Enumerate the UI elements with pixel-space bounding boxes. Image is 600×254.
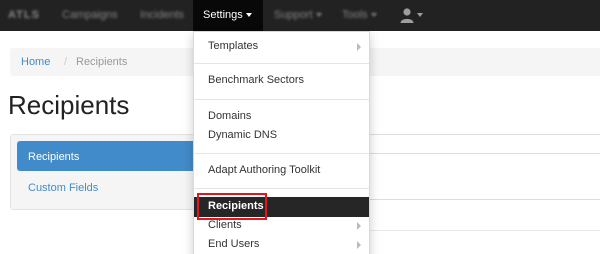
menu-item-label: End Users [208,238,260,250]
content-divider [369,153,600,154]
menu-item-label: Dynamic DNS [208,129,278,141]
content-divider [369,199,600,200]
breadcrumb-current: Recipients [76,56,128,68]
menu-item-label: Adapt Authoring Toolkit [208,164,321,176]
breadcrumb-separator: / [64,56,68,68]
menu-divider [194,63,369,64]
content-panel [369,134,600,200]
menu-item-dynamic-dns[interactable]: Dynamic DNS [194,127,369,145]
page-title: Recipients [8,90,130,120]
menu-item-label: Domains [208,110,252,122]
menu-item-templates[interactable]: Templates [194,38,369,56]
chevron-down-icon[interactable] [417,13,423,17]
brand-logo[interactable]: ATLS [8,9,40,21]
menu-divider [194,99,369,100]
nav-settings[interactable]: Settings [203,9,252,21]
nav-campaigns[interactable]: Campaigns [62,9,118,21]
chevron-right-icon [357,222,361,230]
menu-item-adapt-authoring-toolkit[interactable]: Adapt Authoring Toolkit [194,162,369,180]
nav-support-label: Support [274,9,313,21]
chevron-right-icon [357,241,361,249]
menu-item-end-users[interactable]: End Users [194,236,369,254]
content-divider [369,230,600,231]
menu-item-benchmark-sectors[interactable]: Benchmark Sectors [194,72,369,90]
breadcrumb-home-link[interactable]: Home [21,56,50,68]
nav-tools[interactable]: Tools [342,9,377,21]
chevron-down-icon [370,13,377,18]
chevron-right-icon [357,43,361,51]
highlight-annotation [197,193,267,220]
chevron-down-icon [315,13,322,18]
menu-item-label: Clients [208,219,242,231]
menu-item-label: Templates [208,40,259,52]
user-icon[interactable] [400,7,414,23]
top-navbar: ATLS Campaigns Incidents Settings Suppor… [0,0,600,31]
sidebar-item-recipients-label[interactable]: Recipients [28,151,79,163]
menu-divider [194,153,369,154]
menu-item-label: Benchmark Sectors [208,74,304,86]
nav-incidents[interactable]: Incidents [140,9,184,21]
settings-dropdown-menu: Templates Benchmark Sectors Domains Dyna… [193,31,370,254]
nav-tools-label: Tools [342,9,368,21]
chevron-down-icon [245,13,252,18]
menu-divider [194,188,369,189]
nav-support[interactable]: Support [274,9,322,21]
nav-settings-label: Settings [203,9,243,21]
sidebar-item-custom-fields[interactable]: Custom Fields [28,182,98,194]
menu-item-domains[interactable]: Domains [194,108,369,126]
